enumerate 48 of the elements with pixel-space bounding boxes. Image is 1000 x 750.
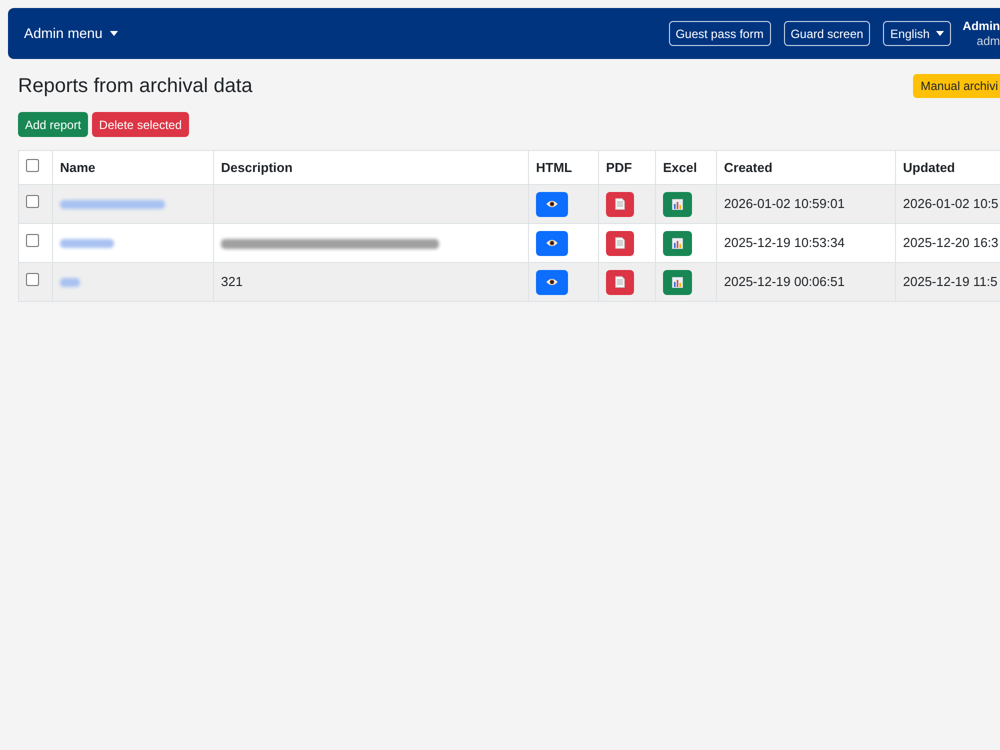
nav-button[interactable]: Guard screen: [784, 21, 870, 46]
caret-icon: [110, 31, 118, 36]
eye-icon: [546, 278, 558, 286]
view-html-button[interactable]: [536, 230, 568, 256]
updated-date: 2026-01-02 10:5: [903, 196, 998, 212]
checkbox[interactable]: [26, 273, 39, 286]
column-header: HTML: [536, 160, 572, 175]
page-title: Reports from archival data: [18, 74, 253, 98]
checkbox[interactable]: [26, 158, 39, 172]
column-header: Description: [221, 160, 293, 175]
column-header: Excel: [663, 160, 697, 175]
user-name: Admin: [962, 18, 1000, 34]
column-header: Created: [724, 160, 772, 175]
document-icon: [615, 237, 625, 249]
add-report-button[interactable]: Add report: [18, 112, 88, 137]
view-html-button[interactable]: [536, 192, 568, 216]
column-header: PDF: [606, 160, 632, 175]
column-header: Name: [60, 160, 96, 175]
updated-date: 2025-12-19 11:5: [903, 274, 998, 290]
created-date: 2026-01-02 10:59:01: [724, 196, 845, 212]
pdf-button[interactable]: [606, 270, 634, 294]
manual-archive-button[interactable]: Manual archivi: [912, 74, 1000, 98]
language-dropdown[interactable]: English: [883, 21, 951, 46]
updated-date: 2025-12-20 16:3: [903, 235, 998, 250]
pdf-button[interactable]: [606, 192, 634, 216]
caret-icon: [936, 31, 944, 36]
bar-chart-icon: [672, 198, 683, 210]
document-icon: [615, 276, 625, 288]
checkbox[interactable]: [26, 234, 39, 248]
eye-icon: [546, 200, 558, 208]
excel-button[interactable]: [663, 230, 692, 256]
pdf-button[interactable]: [606, 230, 634, 256]
created-date: 2025-12-19 00:06:51: [724, 274, 845, 290]
document-icon: [615, 198, 625, 210]
checkbox[interactable]: [26, 195, 39, 208]
excel-button[interactable]: [663, 270, 692, 294]
column-header: Updated: [903, 160, 955, 175]
description-text: 321: [221, 274, 243, 290]
bar-chart-icon: [672, 276, 683, 288]
admin-menu-dropdown[interactable]: Admin menu: [24, 23, 118, 44]
view-html-button[interactable]: [536, 270, 568, 294]
user-login: adm: [976, 34, 1000, 48]
bar-chart-icon: [672, 238, 683, 248]
excel-button[interactable]: [663, 192, 692, 216]
nav-button[interactable]: Guest pass form: [668, 21, 771, 46]
created-date: 2025-12-19 10:53:34: [724, 235, 845, 250]
delete-selected-button[interactable]: Delete selected: [92, 112, 189, 137]
eye-icon: [546, 239, 558, 247]
